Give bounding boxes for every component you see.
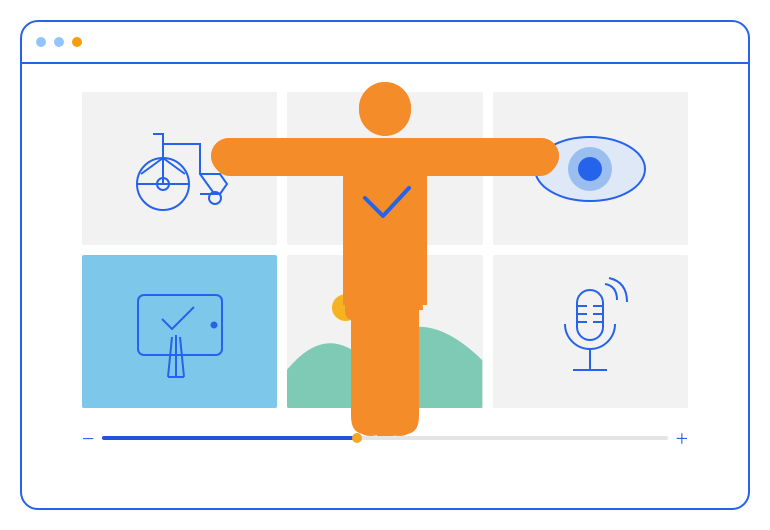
zoom-out-icon[interactable]: − [82,428,94,450]
wheelchair-icon [125,114,235,224]
microphone-icon [545,272,635,392]
eye-icon [525,124,655,214]
landscape-sun-icon [287,255,482,408]
tile-grid [82,92,688,408]
tile-wheelchair[interactable] [82,92,277,245]
window-titlebar [22,22,748,64]
tile-landscape[interactable] [287,255,482,408]
tile-touch-tablet[interactable] [82,255,277,408]
slider-track[interactable] [102,436,668,440]
tile-eye[interactable] [493,92,688,245]
window-dot[interactable] [36,37,46,47]
tile-microphone[interactable] [493,255,688,408]
window-dot[interactable] [54,37,64,47]
window-dot[interactable] [72,37,82,47]
app-window: − + [20,20,750,510]
slider-thumb[interactable] [352,433,362,443]
tile-blank[interactable] [287,92,482,245]
slider-fill [102,436,357,440]
touch-tablet-icon [120,277,240,387]
zoom-slider[interactable]: − + [82,418,688,458]
content-area: − + [82,92,688,458]
zoom-in-icon[interactable]: + [676,428,688,450]
